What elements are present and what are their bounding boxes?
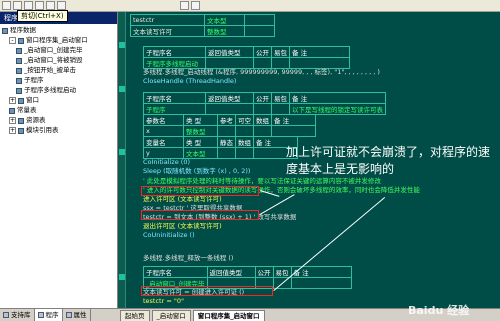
tree-item[interactable]: - 窗口程序集_启动窗口 <box>9 36 88 45</box>
subroutine-header-table: 子程序名 返回值类型 公开 易包 备 注 子程序 以下是写线程的锁定写读许可表 <box>143 92 386 115</box>
code-line[interactable]: 进入许可区 (文本读写许可) <box>143 195 222 203</box>
tab-support-library[interactable]: 支持库 <box>0 309 35 321</box>
table-row: 子程序多线程启动 <box>143 57 350 69</box>
table-header-row: 子程序名 返回值类型 公开 易包 备 注 <box>143 92 386 104</box>
properties-icon <box>65 312 72 318</box>
program-icon <box>37 312 44 318</box>
tree-item[interactable]: + 模块引用表 <box>9 126 59 135</box>
code-line[interactable]: CloseHandle (ThreadHandle) <box>143 77 236 85</box>
table-header-row: 子程序名 返回值类型 公开 易包 备 注 <box>143 266 352 278</box>
tab-window-assembly[interactable]: 窗口程序集_启动窗口 <box>192 309 265 321</box>
tree-node-icon <box>18 127 24 134</box>
tree-item-label: 子程序多线程启动 <box>24 86 76 94</box>
table-row: testctr 文本型 <box>130 14 275 26</box>
library-icon <box>3 312 9 318</box>
tree-item[interactable]: 子程序多线程启动 <box>16 86 76 95</box>
code-line[interactable]: ' 此处是模拟程序处理的耗时等待操作，要以写法保证关键的运算内容不被并发修改 <box>143 177 381 185</box>
breakpoint-marker <box>119 149 125 155</box>
highlight-exit-permit <box>141 210 259 220</box>
tree-node-icon <box>16 67 22 74</box>
editor-gutter <box>118 12 126 308</box>
breakpoint-marker <box>119 42 125 48</box>
table-header-row: 子程序名 返回值类型 公开 易包 备 注 <box>143 46 350 58</box>
expand-icon[interactable]: + <box>9 97 16 104</box>
table-row: 文本读写许可 整数型 <box>130 25 275 37</box>
highlight-create-permit <box>141 286 273 296</box>
redo-icon[interactable] <box>57 1 66 10</box>
tree-item-label: _按钮开始_被单击 <box>24 66 76 74</box>
left-panel-tabs: 支持库 程序 属性 <box>0 308 118 321</box>
tree-item[interactable]: + 窗口 <box>9 96 39 105</box>
code-line[interactable]: CoUninitialize () <box>143 231 195 239</box>
tree-item[interactable]: _启动窗口_创建完毕 <box>16 46 83 55</box>
code-line[interactable]: CoInitialize (0) <box>143 158 190 166</box>
tree-node-icon <box>18 117 24 124</box>
paste-icon[interactable] <box>35 1 44 10</box>
tab-start-page[interactable]: 起始页 <box>120 309 150 321</box>
code-line[interactable]: 退出许可区 (文本读写许可) <box>143 222 222 230</box>
highlight-enter-permit <box>141 186 259 196</box>
tree-item[interactable]: 程序数据 <box>2 26 36 35</box>
tab-program[interactable]: 程序 <box>34 309 63 321</box>
annotation-text: 加上许可证就不会崩溃了，对程序的速度基本上是无影响的 <box>286 145 491 176</box>
tree-item[interactable]: _按钮开始_被单击 <box>16 66 76 75</box>
stop-icon[interactable] <box>191 1 200 10</box>
expand-icon[interactable]: + <box>9 127 16 134</box>
tree-node-icon <box>16 77 22 84</box>
tree-item-label: 子程序 <box>24 76 44 84</box>
tree-item-label: 常量表 <box>17 106 37 114</box>
tree-item-label: _启动窗口_创建完毕 <box>24 46 83 54</box>
local-variables-table: 变量名 类 型 静态 数组 备 注 y 文本型 <box>143 136 298 159</box>
code-line[interactable]: 多线程.多线程_释放一条线程 () <box>143 254 233 262</box>
tab-properties[interactable]: 属性 <box>63 309 91 321</box>
copy-icon[interactable] <box>24 1 33 10</box>
tree-node-icon <box>18 37 24 44</box>
toolbar: 剪切(Ctrl+X) <box>0 0 500 22</box>
tree-node-icon <box>16 87 22 94</box>
tree-item-label: 程序数据 <box>10 26 36 34</box>
tree-item[interactable]: 子程序 <box>16 76 44 85</box>
tree-node-icon <box>16 57 22 64</box>
assembly-variables-table: testctr 文本型 文本读写许可 整数型 <box>130 14 275 37</box>
tree-item-label: _启动窗口_将被销毁 <box>24 56 83 64</box>
table-header-row: 变量名 类 型 静态 数组 备 注 <box>143 136 298 148</box>
tree-item-label: 模块引用表 <box>26 126 59 134</box>
tab-startup-window[interactable]: _启动窗口 <box>151 309 191 321</box>
parameters-table: 参数名 类 型 参考 可空 数组 备 注 x 整数型 <box>143 114 316 137</box>
program-tree-panel: 程序 程序数据 - 窗口程序集_启动窗口 _启动窗口_创建完毕 _启动窗口_将被销毁 _按… <box>0 12 118 308</box>
tree-item[interactable]: _启动窗口_将被销毁 <box>16 56 83 65</box>
tree-item[interactable]: 常量表 <box>9 106 37 115</box>
tree-item-label: 窗口 <box>26 96 39 104</box>
code-line[interactable]: testctr = "0" <box>143 297 184 305</box>
table-row: y 文本型 <box>143 147 298 159</box>
tree-item[interactable]: + 资源表 <box>9 116 46 125</box>
table-row: x 整数型 <box>143 125 316 137</box>
table-row: 子程序 以下是写线程的锁定写读许可表 <box>143 103 386 115</box>
tree-node-icon <box>16 47 22 54</box>
collapse-icon[interactable]: - <box>9 37 16 44</box>
run-icon[interactable] <box>180 1 189 10</box>
breakpoint-marker <box>119 274 125 280</box>
new-file-icon[interactable] <box>2 1 11 10</box>
tree-node-icon <box>2 27 8 34</box>
subroutine-header-table: 子程序名 返回值类型 公开 易包 备 注 子程序多线程启动 <box>143 46 350 69</box>
cut-tooltip: 剪切(Ctrl+X) <box>17 10 68 22</box>
expand-icon[interactable]: + <box>9 117 16 124</box>
undo-icon[interactable] <box>46 1 55 10</box>
cut-icon[interactable] <box>13 1 22 10</box>
code-line[interactable]: Sleep (取随机数 (到数字 (x) , 0, 2)) <box>143 167 250 175</box>
breakpoint-marker <box>119 86 125 92</box>
table-header-row: 参数名 类 型 参考 可空 数组 备 注 <box>143 114 316 126</box>
tree-item-label: 资源表 <box>26 116 46 124</box>
baidu-watermark: Baidu 经验 <box>408 304 470 317</box>
tree-node-icon <box>9 107 15 114</box>
callout-line <box>259 194 295 215</box>
code-line[interactable]: 多线程.多线程_启动线程 (&程序, 999999999, 99999, , ,… <box>143 68 380 76</box>
tree-item-label: 窗口程序集_启动窗口 <box>26 36 88 44</box>
tree-node-icon <box>18 97 24 104</box>
